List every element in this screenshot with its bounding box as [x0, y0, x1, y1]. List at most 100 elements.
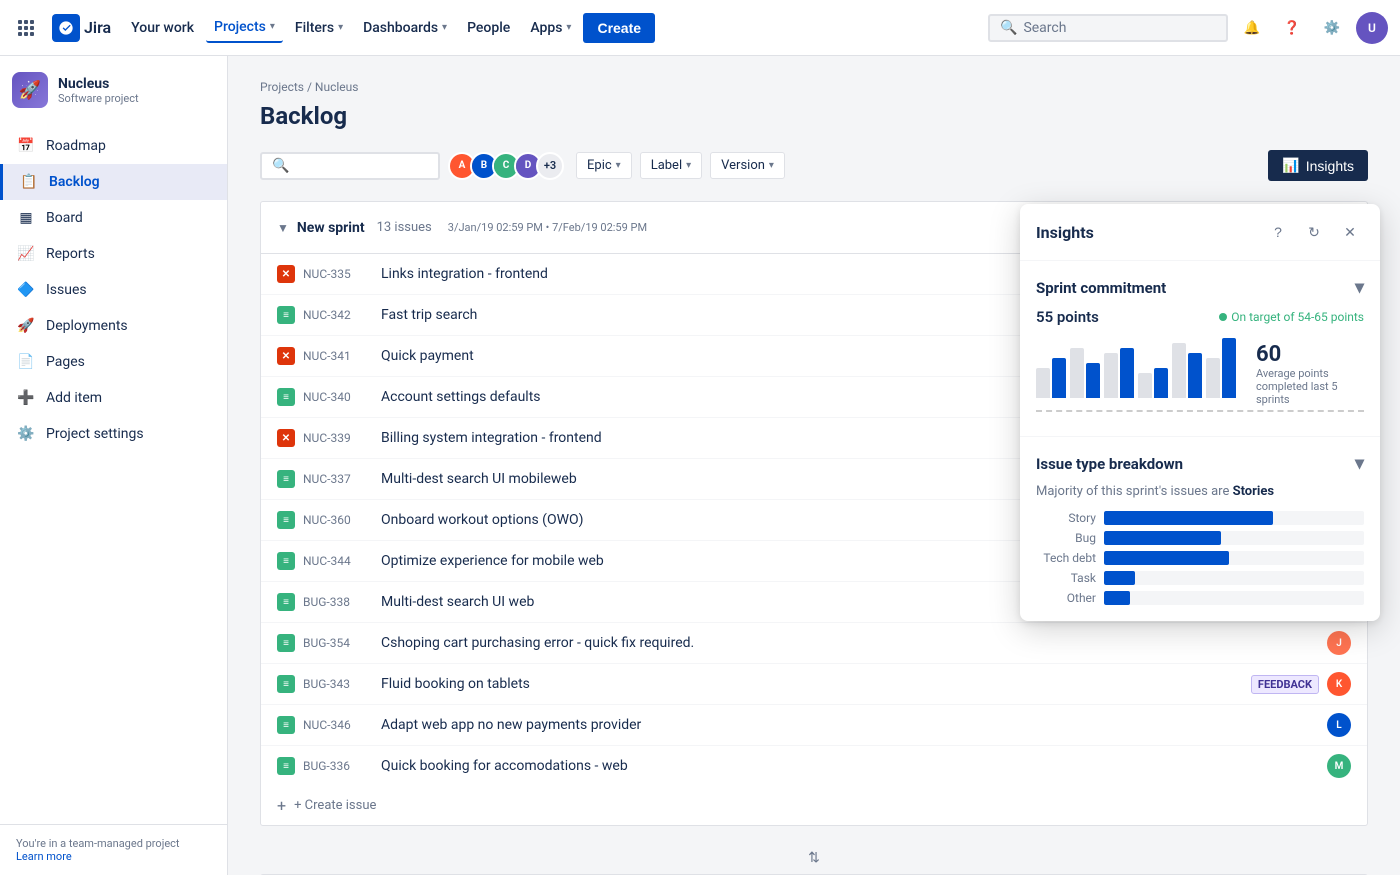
breadcrumb-projects[interactable]: Projects	[260, 80, 304, 94]
nav-apps[interactable]: Apps ▾	[522, 14, 579, 42]
sidebar-item-project-settings[interactable]: ⚙️ Project settings	[0, 416, 227, 452]
item-key: NUC-342	[303, 308, 373, 322]
sidebar-item-pages[interactable]: 📄 Pages	[0, 344, 227, 380]
breakdown-bar-fill	[1104, 571, 1135, 585]
chart-bar	[1188, 353, 1202, 398]
breakdown-row: Story	[1036, 511, 1364, 525]
item-type-icon: ≡	[277, 470, 295, 488]
create-issue-plus: +	[277, 796, 286, 815]
apps-grid-button[interactable]	[12, 14, 40, 42]
sidebar-item-roadmap[interactable]: 📅 Roadmap	[0, 128, 227, 164]
sprint-toggle[interactable]: ▼	[277, 221, 289, 235]
settings-button[interactable]: ⚙️	[1316, 12, 1348, 44]
settings-icon: ⚙️	[16, 424, 36, 444]
item-summary: Cshoping cart purchasing error - quick f…	[381, 635, 1319, 651]
sidebar-item-board[interactable]: ▦ Board	[0, 200, 227, 236]
roadmap-icon: 📅	[16, 136, 36, 156]
breakdown-item-label: Tech debt	[1036, 551, 1096, 565]
sidebar-nav: 📅 Roadmap 📋 Backlog ▦ Board 📈 Reports 🔷 …	[0, 124, 227, 456]
avg-label: Average points completed last 5 sprints	[1256, 367, 1364, 406]
label-filter[interactable]: Label ▾	[640, 152, 702, 179]
breadcrumb-project[interactable]: Nucleus	[315, 80, 359, 94]
project-icon: 🚀	[12, 72, 48, 108]
chart-bar-group	[1070, 348, 1100, 398]
deployments-icon: 🚀	[16, 316, 36, 336]
breakdown-bar-bg	[1104, 531, 1364, 545]
nav-people[interactable]: People	[459, 14, 518, 42]
nav-dashboards[interactable]: Dashboards ▾	[355, 14, 455, 42]
chart-bar	[1104, 353, 1118, 398]
breakdown-bar-fill	[1104, 591, 1130, 605]
chart-average: 60 Average points completed last 5 sprin…	[1244, 342, 1364, 406]
insights-panel: Insights ? ↻ ✕ Sprint commitment ▾ 55 po…	[1020, 204, 1380, 621]
learn-more-link[interactable]: Learn more	[16, 850, 72, 863]
nav-filters[interactable]: Filters ▾	[287, 14, 351, 42]
nav-your-work[interactable]: Your work	[123, 14, 202, 42]
item-type-icon: ≡	[277, 757, 295, 775]
sidebar-item-deployments[interactable]: 🚀 Deployments	[0, 308, 227, 344]
backlog-item[interactable]: ≡ BUG-354 Cshoping cart purchasing error…	[261, 623, 1367, 664]
create-issue-row[interactable]: + + Create issue	[261, 786, 1367, 825]
insights-button[interactable]: 📊 Insights	[1268, 150, 1368, 181]
user-avatar[interactable]: U	[1356, 12, 1388, 44]
breakdown-row: Tech debt	[1036, 551, 1364, 565]
board-icon: ▦	[16, 208, 36, 228]
item-type-icon: ≡	[277, 388, 295, 406]
item-key: NUC-360	[303, 513, 373, 527]
avatar-count[interactable]: +3	[536, 152, 564, 180]
breakdown-title: Issue type breakdown ▾	[1036, 453, 1364, 474]
create-button[interactable]: Create	[583, 13, 655, 43]
insights-close-button[interactable]: ✕	[1336, 218, 1364, 246]
sprint-divider[interactable]: ⇅	[260, 842, 1368, 874]
sprint-commitment-title: Sprint commitment ▾	[1036, 277, 1364, 298]
sidebar-item-add-item[interactable]: ➕ Add item	[0, 380, 227, 416]
chart-bar-group	[1036, 358, 1066, 398]
item-key: NUC-339	[303, 431, 373, 445]
help-button[interactable]: ❓	[1276, 12, 1308, 44]
chart-bar-group	[1104, 348, 1134, 398]
create-issue-label: + Create issue	[294, 798, 376, 813]
search-bar[interactable]: 🔍 Search	[988, 14, 1228, 42]
filter-search[interactable]: 🔍	[260, 152, 440, 180]
insights-refresh-button[interactable]: ↻	[1300, 218, 1328, 246]
chart-bar	[1052, 358, 1066, 398]
item-type-icon: ≡	[277, 716, 295, 734]
breakdown-chevron[interactable]: ▾	[1355, 453, 1364, 474]
breakdown-item-label: Story	[1036, 511, 1096, 525]
chart-bar	[1172, 343, 1186, 398]
chart-bar	[1070, 348, 1084, 398]
nav-projects[interactable]: Projects ▾	[206, 13, 283, 43]
backlog-item[interactable]: ≡ BUG-336 Quick booking for accomodation…	[261, 746, 1367, 786]
sidebar-item-backlog[interactable]: 📋 Backlog	[0, 164, 227, 200]
version-filter[interactable]: Version ▾	[710, 152, 785, 179]
item-summary: Quick booking for accomodations - web	[381, 758, 1319, 774]
chart-bar	[1222, 338, 1236, 398]
item-type-icon: ≡	[277, 552, 295, 570]
item-key: NUC-346	[303, 718, 373, 732]
breakdown-item-label: Other	[1036, 591, 1096, 605]
breakdown-bar-fill	[1104, 511, 1273, 525]
item-summary: Fluid booking on tablets	[381, 676, 1243, 692]
item-key: NUC-340	[303, 390, 373, 404]
commitment-chart: 60 Average points completed last 5 sprin…	[1036, 338, 1364, 406]
sidebar-item-issues[interactable]: 🔷 Issues	[0, 272, 227, 308]
jira-logo[interactable]: Jira	[52, 14, 111, 42]
backlog-item[interactable]: ≡ BUG-343 Fluid booking on tablets FEEDB…	[261, 664, 1367, 705]
breakdown-highlight: Stories	[1233, 484, 1274, 499]
project-type: Software project	[58, 92, 215, 105]
pages-icon: 📄	[16, 352, 36, 372]
notifications-button[interactable]: 🔔	[1236, 12, 1268, 44]
item-key: NUC-344	[303, 554, 373, 568]
commitment-chevron[interactable]: ▾	[1355, 277, 1364, 298]
insights-help-button[interactable]: ?	[1264, 218, 1292, 246]
backlog-item[interactable]: ≡ NUC-346 Adapt web app no new payments …	[261, 705, 1367, 746]
breakdown-section: Issue type breakdown ▾ Majority of this …	[1020, 437, 1380, 621]
epic-filter[interactable]: Epic ▾	[576, 152, 632, 179]
backlog-icon: 📋	[19, 172, 39, 192]
backlog-filters: 🔍 A B C D +3 Epic ▾ Label ▾ Version ▾	[260, 150, 1368, 181]
breakdown-row: Task	[1036, 571, 1364, 585]
sidebar-item-reports[interactable]: 📈 Reports	[0, 236, 227, 272]
sprint-target: On target of 54-65 points	[1219, 310, 1364, 324]
chart-bar	[1036, 368, 1050, 398]
breakdown-item-label: Bug	[1036, 531, 1096, 545]
